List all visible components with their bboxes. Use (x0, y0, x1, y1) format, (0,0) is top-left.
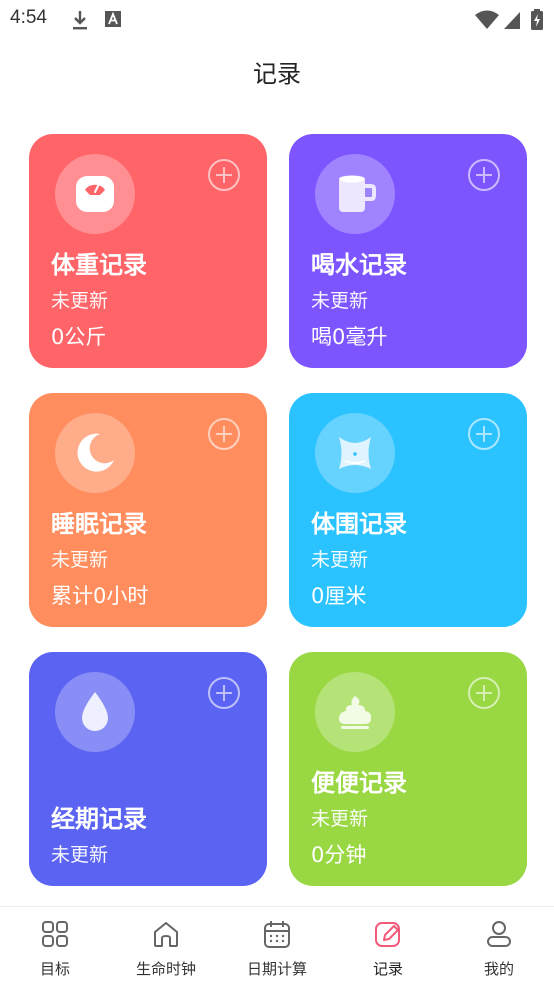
poop-record-card[interactable]: 便便记录 未更新 0分钟 (289, 652, 527, 886)
card-value: 喝0毫升 (311, 325, 388, 349)
page-title: 记录 (253, 60, 301, 88)
card-value: 0厘米 (311, 584, 367, 608)
weight-record-card[interactable]: 体重记录 未更新 0公斤 (29, 134, 267, 368)
add-waist-button[interactable] (467, 417, 501, 451)
moon-icon (55, 413, 135, 493)
grid-icon (42, 921, 68, 947)
waist-icon (315, 413, 395, 493)
home-icon (154, 922, 178, 947)
tab-label: 生命时钟 (135, 960, 196, 978)
card-status: 未更新 (311, 808, 369, 830)
download-icon (73, 11, 87, 30)
tab-label: 记录 (372, 960, 403, 978)
calendar-icon (264, 921, 290, 948)
tab-label: 我的 (483, 960, 514, 978)
card-status: 未更新 (311, 290, 369, 312)
tab-date-calc[interactable]: 日期计算 (222, 907, 332, 984)
card-title: 体重记录 (51, 251, 147, 279)
person-icon (487, 921, 511, 947)
tab-life-clock[interactable]: 生命时钟 (111, 907, 221, 984)
font-icon (105, 11, 121, 27)
add-poop-button[interactable] (467, 676, 501, 710)
water-record-card[interactable]: 喝水记录 未更新 喝0毫升 (289, 134, 527, 368)
tab-mine[interactable]: 我的 (444, 907, 554, 984)
card-title: 睡眠记录 (51, 510, 147, 538)
poop-icon (315, 672, 395, 752)
tab-record[interactable]: 记录 (333, 907, 443, 984)
sleep-record-card[interactable]: 睡眠记录 未更新 累计0小时 (29, 393, 267, 627)
card-title: 喝水记录 (311, 251, 407, 279)
scale-icon (55, 154, 135, 234)
card-status: 未更新 (51, 549, 109, 571)
status-bar: 4:54 (0, 0, 554, 38)
edit-icon (375, 922, 400, 947)
add-period-button[interactable] (207, 676, 241, 710)
signal-icon (504, 12, 520, 29)
bottom-tab-bar: 目标 生命时钟 日期计算 记录 我的 (0, 906, 554, 984)
tab-label: 目标 (39, 960, 70, 978)
period-record-card[interactable]: 经期记录 未更新 (29, 652, 267, 886)
add-sleep-button[interactable] (207, 417, 241, 451)
cup-icon (315, 154, 395, 234)
add-water-button[interactable] (467, 158, 501, 192)
card-status: 未更新 (51, 844, 109, 866)
card-value: 累计0小时 (51, 584, 149, 608)
add-weight-button[interactable] (207, 158, 241, 192)
tab-label: 日期计算 (246, 960, 307, 978)
waist-record-card[interactable]: 体围记录 未更新 0厘米 (289, 393, 527, 627)
card-status: 未更新 (311, 549, 369, 571)
card-value: 0分钟 (311, 843, 367, 867)
card-title: 体围记录 (311, 510, 407, 538)
status-time: 4:54 (10, 7, 47, 28)
card-value: 0公斤 (51, 325, 107, 349)
battery-icon (531, 9, 543, 30)
tab-goal[interactable]: 目标 (0, 907, 110, 984)
wifi-icon (475, 10, 499, 29)
drop-icon (55, 672, 135, 752)
card-title: 便便记录 (311, 769, 407, 797)
card-status: 未更新 (51, 290, 109, 312)
card-title: 经期记录 (51, 805, 147, 833)
